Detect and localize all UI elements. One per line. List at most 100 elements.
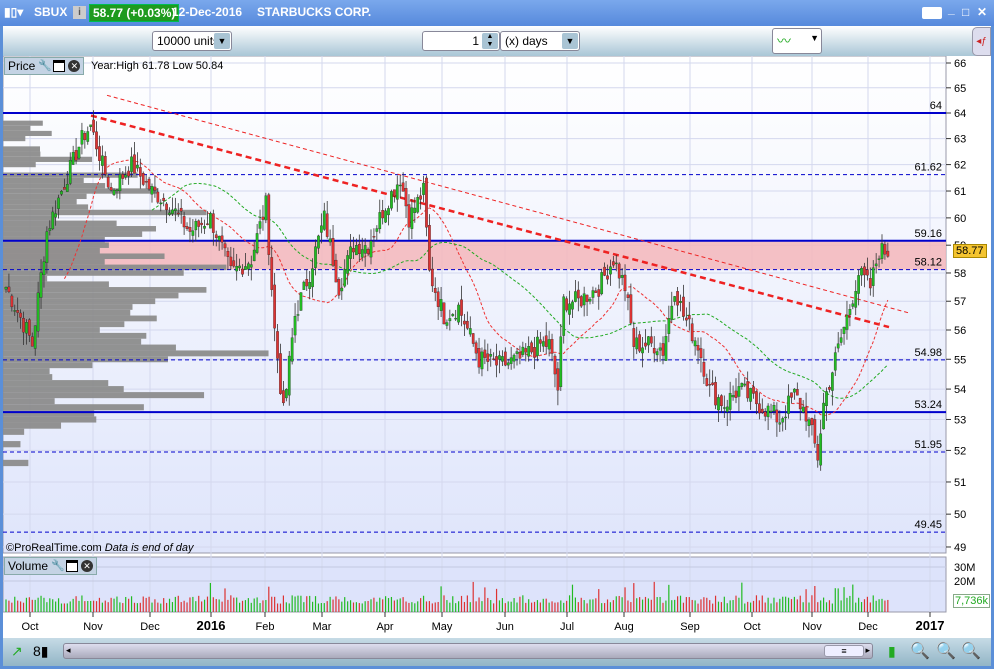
volume-axis-label: 30M <box>954 562 975 574</box>
price-panel-label: Price <box>8 59 36 73</box>
x-tick-label: May <box>432 621 453 633</box>
candle-body <box>337 279 341 296</box>
x-tick-label: Nov <box>802 621 822 633</box>
candle-body <box>533 347 536 358</box>
candle-body <box>194 220 198 231</box>
candle-body <box>106 176 110 188</box>
candle-body <box>635 337 639 350</box>
candle-type-icon[interactable]: 8▮ <box>33 643 49 660</box>
period-stepper[interactable]: 1 ▲ ▼ <box>422 31 500 51</box>
candle-body <box>214 234 218 238</box>
x-tick-label: Aug <box>614 621 634 633</box>
scrollbar-thumb[interactable]: ≡ <box>824 645 864 657</box>
symbol[interactable]: SBUX <box>34 5 67 19</box>
candle-body <box>503 351 507 366</box>
volume-panel-bg <box>2 556 947 613</box>
volume-profile-bar <box>3 304 133 310</box>
zoom-out-icon[interactable]: 🔍 <box>936 641 956 661</box>
candle-body <box>848 309 852 315</box>
candle-body <box>760 408 764 413</box>
candle-body <box>244 266 247 270</box>
close-panel-icon[interactable]: ✕ <box>68 60 81 72</box>
candle-body <box>401 182 405 192</box>
candle-body <box>241 268 244 275</box>
window-icon[interactable] <box>53 60 66 72</box>
side-panel-toggle[interactable]: ◂ƒ <box>972 27 991 56</box>
volume-profile-bar <box>3 247 100 254</box>
candle-body <box>238 265 241 269</box>
candle-body <box>568 303 571 315</box>
volume-profile-bar <box>3 183 106 189</box>
candle-body <box>565 298 568 311</box>
candle-body <box>112 190 116 195</box>
candle-body <box>585 294 589 302</box>
candle-body <box>249 264 253 268</box>
chart-style-icon[interactable]: ↗ <box>11 643 23 660</box>
zoom-fit-icon[interactable]: 🔍 <box>910 641 930 661</box>
maximize-button[interactable]: □ <box>962 5 969 19</box>
candle-body <box>609 266 612 275</box>
horizontal-scrollbar[interactable]: ◂ ≡ ▸ <box>63 643 873 659</box>
candle-body <box>136 164 139 169</box>
y-tick-label: 51 <box>954 477 966 489</box>
minimize-button[interactable]: _ <box>948 2 955 16</box>
candle-body <box>556 368 560 391</box>
candle-body <box>810 418 814 426</box>
close-panel-icon[interactable]: ✕ <box>81 560 94 572</box>
candle-body <box>357 244 361 255</box>
y-tick-label: 50 <box>954 509 966 521</box>
candle-body <box>296 314 300 316</box>
candle-body <box>845 314 849 330</box>
y-tick-label: 60 <box>954 213 966 225</box>
scroll-right-icon[interactable]: ▸ <box>865 645 870 656</box>
candle-body <box>790 392 793 398</box>
candle-body <box>746 381 750 399</box>
scroll-left-icon[interactable]: ◂ <box>66 645 71 656</box>
candle-body <box>305 279 309 287</box>
candle-body <box>658 347 662 351</box>
candle-body <box>501 356 504 362</box>
candle-body <box>150 186 154 195</box>
candle-body <box>737 386 741 397</box>
candle-body <box>828 387 831 390</box>
candle-body <box>769 410 773 413</box>
candle-body <box>463 320 466 325</box>
volume-profile-bar <box>3 327 100 333</box>
stepper-arrows-icon[interactable]: ▲ ▼ <box>482 33 498 49</box>
close-button[interactable]: ✕ <box>977 5 987 19</box>
candle-body <box>101 155 104 166</box>
x-tick-label: 2016 <box>197 618 226 633</box>
y-tick-label: 49 <box>954 542 966 554</box>
y-tick-label: 55 <box>954 354 966 366</box>
keyboard-icon[interactable] <box>922 7 942 19</box>
period-unit-select[interactable]: (x) days ▼ <box>500 31 580 51</box>
window-icon[interactable] <box>66 560 79 572</box>
candle-body <box>325 213 329 237</box>
candle-body <box>413 207 417 214</box>
candle-body <box>252 249 256 262</box>
wrench-icon[interactable]: 🔧 <box>51 560 65 572</box>
candle-body <box>30 336 34 347</box>
candle-body <box>758 403 761 414</box>
wrench-icon[interactable]: 🔧 <box>38 60 52 72</box>
indicators-button[interactable]: 〰 ▼ <box>772 28 822 54</box>
volume-profile-bar <box>3 344 176 351</box>
zoom-in-icon[interactable]: 🔍 <box>961 641 981 661</box>
candle-config-icon[interactable]: ▮ <box>888 643 896 660</box>
candle-body <box>679 301 682 303</box>
units-select[interactable]: 10000 units ▼ <box>152 31 232 51</box>
chart-area[interactable]: Oct Nov Dec 2016 Feb Mar Apr May Jun Jul Aug Sep Oct… <box>2 55 991 638</box>
candle-body <box>445 322 449 326</box>
candle-body <box>410 207 414 229</box>
chevron-down-icon[interactable]: ▼ <box>214 33 230 49</box>
candle-body <box>664 336 668 361</box>
candle-body <box>623 274 627 292</box>
candle-body <box>165 203 168 211</box>
level-label: 59.16 <box>914 228 942 240</box>
chevron-down-icon[interactable]: ▼ <box>562 33 578 49</box>
x-tick-label: Apr <box>376 621 393 633</box>
volume-profile-bar <box>3 270 184 276</box>
x-tick-label: Nov <box>83 621 103 633</box>
info-icon[interactable]: i <box>73 6 86 19</box>
chart-type-icon[interactable]: ▮▯▾ <box>4 5 23 19</box>
